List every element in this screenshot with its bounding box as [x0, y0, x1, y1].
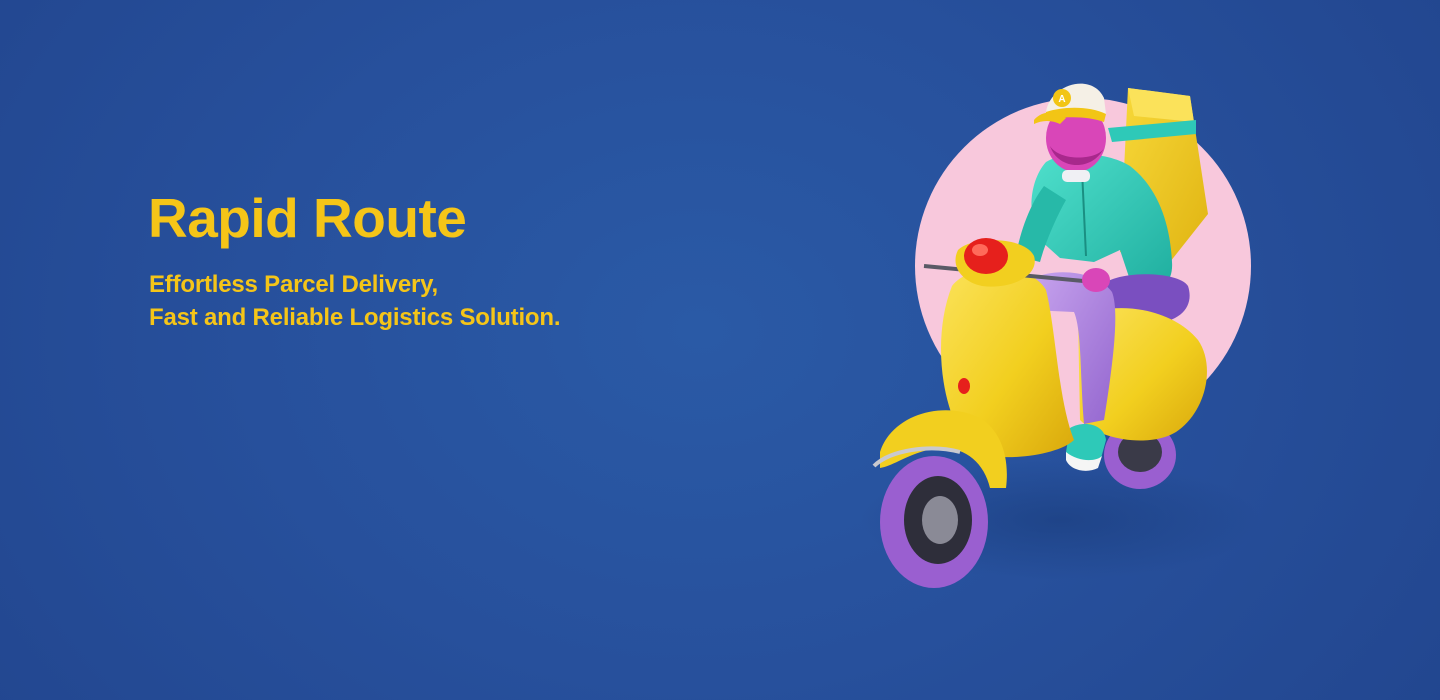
rider-hand: [1082, 268, 1110, 292]
page-title: Rapid Route: [148, 187, 467, 249]
front-wheel: [880, 456, 988, 588]
scooter-indicator-light: [958, 378, 970, 394]
delivery-rider-illustration: A: [860, 83, 1260, 588]
cap-logo: A: [1058, 94, 1065, 105]
tagline-line-2: Fast and Reliable Logistics Solution.: [149, 304, 561, 331]
scooter-headlight: [964, 238, 1008, 274]
hero-tagline: Effortless Parcel Delivery, Fast and Rel…: [149, 268, 561, 334]
tagline-line-1: Effortless Parcel Delivery,: [149, 271, 438, 298]
hero-banner: Rapid Route Effortless Parcel Delivery, …: [0, 0, 1440, 700]
